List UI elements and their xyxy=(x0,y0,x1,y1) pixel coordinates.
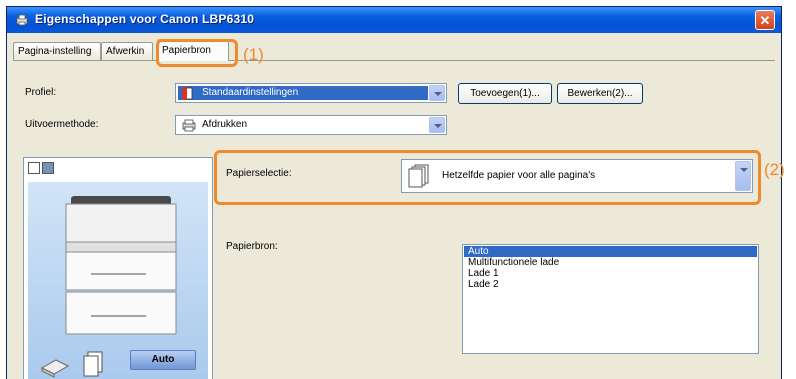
close-button[interactable]: ✕ xyxy=(755,10,775,30)
chevron-down-icon[interactable] xyxy=(429,85,445,101)
tab-label: Afwerkin xyxy=(106,46,145,57)
tab-label: Pagina-instelling xyxy=(18,46,92,57)
page-view-icon[interactable] xyxy=(28,162,40,174)
list-item[interactable]: Lade 1 xyxy=(464,268,757,279)
pages-icon xyxy=(83,351,103,377)
profile-label: Profiel: xyxy=(25,87,57,98)
print-preview-panel: Auto xyxy=(23,157,213,379)
printer-app-icon xyxy=(16,14,28,26)
title-bar[interactable]: Eigenschappen voor Canon LBP6310 ✕ xyxy=(7,7,781,33)
callout-label-1: (1) xyxy=(243,45,264,64)
callout-label-2: (2) xyxy=(764,160,785,179)
profile-value: Standaardinstellingen xyxy=(202,87,299,98)
callout-box-1 xyxy=(156,39,238,67)
profile-select[interactable]: Standaardinstellingen xyxy=(175,83,447,103)
tab-panel-border xyxy=(13,60,775,61)
properties-dialog: Eigenschappen voor Canon LBP6310 ✕ Pagin… xyxy=(6,6,782,379)
tab-afwerking[interactable]: Afwerkin xyxy=(101,42,153,60)
paper-source-label: Papierbron: xyxy=(226,241,278,252)
close-icon: ✕ xyxy=(759,13,771,28)
paper-stack-icon xyxy=(40,359,70,378)
output-method-label: Uitvoermethode: xyxy=(25,119,99,130)
list-item[interactable]: Lade 2 xyxy=(464,279,757,290)
list-item[interactable]: Auto xyxy=(464,246,757,257)
printer-image xyxy=(65,196,177,335)
auto-button[interactable]: Auto xyxy=(130,350,196,370)
profile-icon xyxy=(182,87,193,100)
list-item[interactable]: Multifunctionele lade xyxy=(464,257,757,268)
paper-source-list[interactable]: Auto Multifunctionele lade Lade 1 Lade 2 xyxy=(462,244,759,354)
add-profile-button[interactable]: Toevoegen(1)... xyxy=(458,83,552,104)
output-method-select[interactable]: Afdrukken xyxy=(175,115,447,135)
output-method-value: Afdrukken xyxy=(202,119,248,130)
window-title: Eigenschappen voor Canon LBP6310 xyxy=(35,12,255,26)
printer-view-icon[interactable] xyxy=(42,162,54,174)
printer-icon xyxy=(182,119,196,132)
edit-profile-button[interactable]: Bewerken(2)... xyxy=(557,83,643,104)
tab-pagina-instelling[interactable]: Pagina-instelling xyxy=(13,42,101,60)
callout-box-2 xyxy=(214,150,761,205)
chevron-down-icon[interactable] xyxy=(429,117,445,133)
